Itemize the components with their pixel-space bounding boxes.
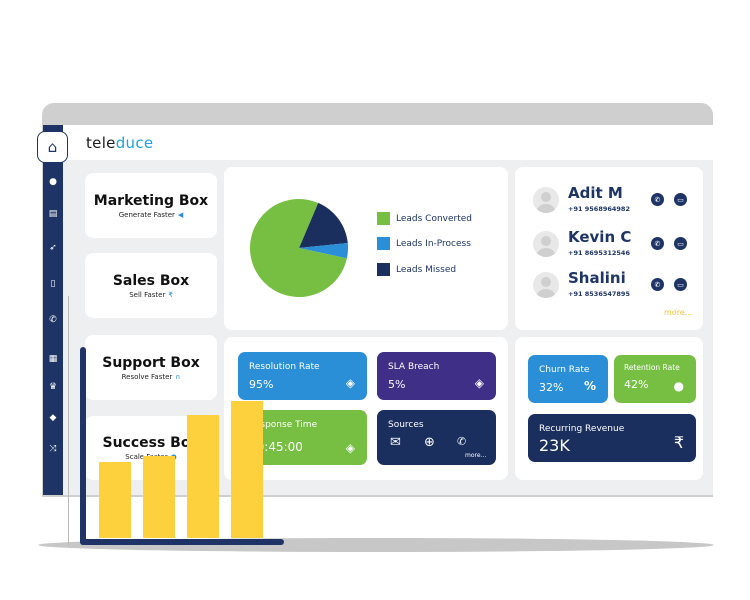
sla-breach-tile[interactable]: SLA Breach 5% ◈: [377, 352, 496, 400]
call-icon[interactable]: ✆: [651, 193, 664, 206]
headset-icon: ∩: [175, 372, 181, 381]
logo[interactable]: teleduce: [86, 134, 153, 152]
resolution-rate-tile[interactable]: Resolution Rate 95% ◈: [238, 352, 367, 400]
chat-icon[interactable]: ▭: [674, 193, 687, 206]
legend-swatch: [377, 263, 390, 276]
box-title: Success Box: [102, 435, 200, 451]
grid-icon[interactable]: ▦: [43, 354, 63, 364]
contact-name: Shalini: [568, 269, 626, 287]
legend-leads-missed: Leads Missed: [377, 263, 456, 276]
contact-item: Adit M +91 9568964982 ✆ ▭: [533, 184, 693, 219]
megaphone-icon: ◀: [177, 210, 184, 219]
shuffle-icon[interactable]: ⤨: [43, 444, 63, 454]
header: [63, 125, 713, 160]
contact-phone: +91 8536547895: [568, 290, 630, 298]
rupee-icon: ₹: [673, 433, 684, 452]
recurring-revenue-tile[interactable]: Recurring Revenue 23K ₹: [528, 414, 696, 462]
box-title: Support Box: [102, 354, 200, 371]
legend-swatch: [377, 212, 390, 225]
home-icon[interactable]: ⌂: [37, 131, 68, 163]
ticket-icon[interactable]: ◆: [43, 413, 63, 423]
user-icon: ●: [673, 379, 684, 393]
sources-more-link[interactable]: more...: [465, 452, 486, 459]
ticket-icon: ◈: [474, 376, 484, 390]
marketing-box-card[interactable]: Marketing Box Generate Faster ◀: [85, 173, 217, 238]
ticket-icon: ◈: [345, 441, 355, 455]
table-icon[interactable]: ▤: [43, 209, 63, 219]
phone-icon[interactable]: ✆: [43, 315, 63, 325]
contact-name: Kevin C: [568, 228, 632, 246]
legend-swatch: [377, 237, 390, 250]
email-icon: ✉: [390, 435, 401, 450]
contact-phone: +91 9568964982: [568, 205, 630, 213]
chart-bar: [231, 401, 263, 538]
support-box-card[interactable]: Support Box Resolve Faster ∩: [85, 335, 217, 400]
box-subtitle: Resolve Faster ∩: [121, 372, 181, 381]
legend-leads-converted: Leads Converted: [377, 212, 472, 225]
call-icon[interactable]: ✆: [651, 237, 664, 250]
retention-rate-tile[interactable]: Retention Rate 42% ●: [614, 355, 696, 403]
sales-box-card[interactable]: Sales Box Sell Faster ₹: [85, 253, 217, 318]
contacts-more-link[interactable]: more...: [664, 308, 692, 317]
contact-item: Shalini +91 8536547895 ✆ ▭: [533, 269, 693, 304]
leads-pie-chart: [250, 199, 348, 297]
chart-y-axis: [80, 347, 86, 545]
avatar: [533, 231, 559, 257]
chart-bar: [99, 462, 131, 538]
globe-icon: ⊕: [424, 435, 435, 450]
churn-rate-tile[interactable]: Churn Rate 32%%: [528, 355, 608, 403]
avatar: [533, 272, 559, 298]
ticket-icon: ◈: [345, 376, 355, 390]
call-icon[interactable]: ✆: [651, 278, 664, 291]
rocket-icon[interactable]: ➶: [43, 243, 63, 253]
box-subtitle: Sell Faster ₹: [129, 290, 173, 299]
percent-icon: %: [583, 379, 596, 393]
phone-icon: ✆: [457, 435, 467, 448]
box-title: Marketing Box: [93, 192, 209, 209]
contact-phone: +91 8695312546: [568, 249, 630, 257]
users-icon[interactable]: ●: [43, 177, 63, 187]
chart-bar: [143, 456, 175, 538]
chart-bar: [187, 414, 219, 538]
box-title: Sales Box: [112, 272, 190, 289]
chat-icon[interactable]: ▭: [674, 278, 687, 291]
box-subtitle: Generate Faster ◀: [118, 210, 184, 219]
chart-x-axis: [80, 539, 284, 545]
avatar: [533, 187, 559, 213]
contact-name: Adit M: [568, 184, 623, 202]
sources-tile[interactable]: Sources ✉ ⊕ ✆ more...: [377, 410, 496, 465]
rupee-icon: ₹: [168, 290, 173, 299]
mobile-icon[interactable]: ▯: [43, 279, 63, 289]
contact-item: Kevin C +91 8695312546 ✆ ▭: [533, 228, 693, 263]
trophy-icon[interactable]: ♛: [43, 382, 63, 392]
chat-icon[interactable]: ▭: [674, 237, 687, 250]
legend-leads-in-process: Leads In-Process: [377, 237, 471, 250]
divider-line: [68, 296, 69, 546]
